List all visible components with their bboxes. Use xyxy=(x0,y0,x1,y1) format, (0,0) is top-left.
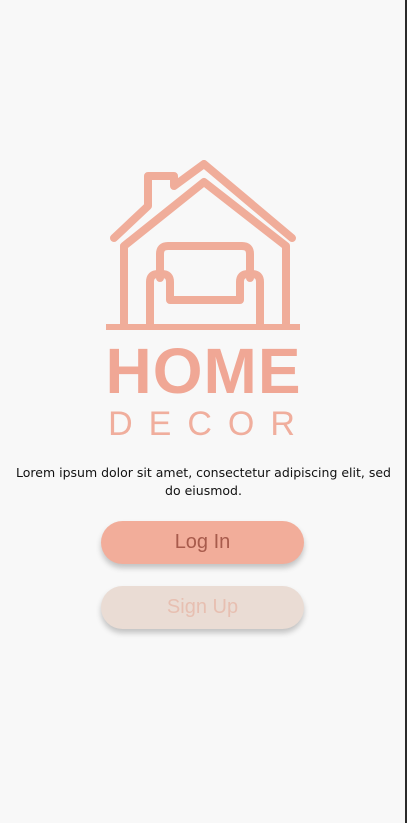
house-sofa-logo-icon xyxy=(106,160,300,330)
intro-description: Lorem ipsum dolor sit amet, consectetur … xyxy=(16,465,391,498)
brand-subtitle: DECOR xyxy=(108,405,311,443)
welcome-screen: HOME DECOR Lorem ipsum dolor sit amet, c… xyxy=(0,0,407,823)
brand-title: HOME xyxy=(105,335,302,407)
login-button[interactable]: Log In xyxy=(101,521,304,564)
signup-button[interactable]: Sign Up xyxy=(101,586,304,629)
